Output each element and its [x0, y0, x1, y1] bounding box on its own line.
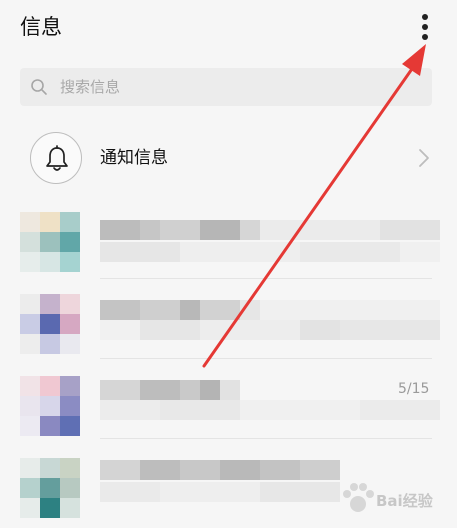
- more-dot-icon: [422, 24, 428, 30]
- divider: [100, 358, 432, 359]
- watermark-logo: Bai经验: [338, 478, 448, 520]
- conversation-title-pixelated: [100, 220, 440, 240]
- conversation-item[interactable]: 5/15: [0, 370, 457, 452]
- bell-avatar: [30, 132, 82, 184]
- search-input[interactable]: 搜索信息: [20, 68, 432, 106]
- search-placeholder: 搜索信息: [60, 78, 121, 96]
- page-title: 信息: [20, 15, 62, 39]
- avatar-pixelated: [20, 376, 80, 436]
- app-bar: 信息: [0, 0, 457, 56]
- conversation-preview-pixelated: [100, 400, 440, 420]
- conversation-preview-pixelated: [100, 482, 340, 502]
- more-options-button[interactable]: [414, 12, 436, 44]
- conversation-title-pixelated: [100, 300, 440, 320]
- watermark-text: Bai经验: [376, 492, 433, 510]
- bell-icon: [46, 145, 68, 171]
- avatar-pixelated: [20, 458, 80, 518]
- avatar-pixelated: [20, 212, 80, 272]
- conversation-count: 5/15: [398, 381, 430, 397]
- paw-icon: [343, 483, 374, 512]
- conversation-title-pixelated: [100, 460, 340, 480]
- search-icon: [31, 79, 47, 95]
- conversation-preview-pixelated: [100, 242, 440, 262]
- conversation-preview-pixelated: [100, 320, 440, 340]
- more-dot-icon: [422, 34, 428, 40]
- notification-entry[interactable]: 通知信息: [0, 126, 457, 192]
- more-dot-icon: [422, 14, 428, 20]
- conversation-item[interactable]: [0, 206, 457, 288]
- chevron-right-icon: [419, 149, 429, 167]
- avatar-pixelated: [20, 294, 80, 354]
- conversation-title-pixelated: [100, 380, 380, 400]
- divider: [100, 438, 432, 439]
- notification-label: 通知信息: [100, 148, 168, 168]
- divider: [100, 278, 432, 279]
